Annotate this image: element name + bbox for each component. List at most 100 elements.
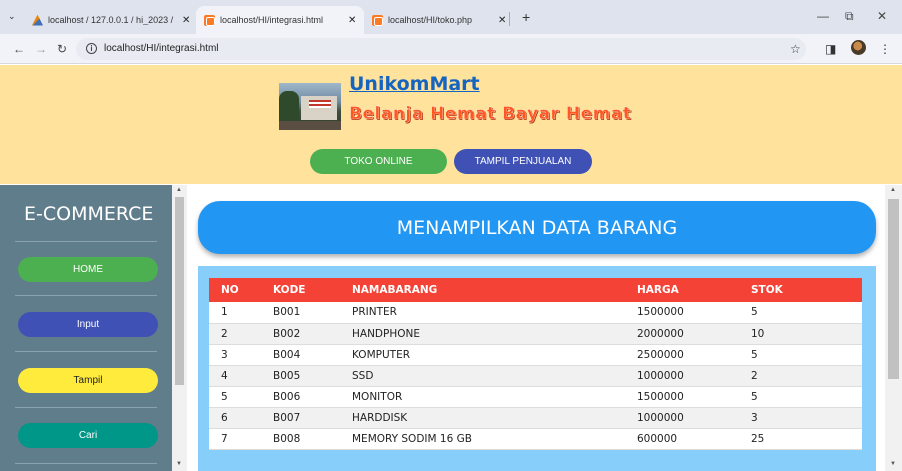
minimize-icon[interactable]: — <box>817 9 829 23</box>
divider <box>15 241 157 242</box>
cell-harga: 2500000 <box>625 344 739 366</box>
cell-harga: 1500000 <box>625 386 739 408</box>
column-header: KODE <box>261 278 340 302</box>
table-row: 3 B004 KOMPUTER 2500000 5 <box>209 344 862 366</box>
page-scrollbar[interactable]: ▲ ▼ <box>885 185 902 471</box>
cell-no: 2 <box>209 323 261 345</box>
tab-title: localhost/HI/toko.php <box>388 15 473 25</box>
page-viewport: UnikomMart Belanja Hemat Bayar Hemat TOK… <box>0 65 902 471</box>
cell-namabarang: MEMORY SODIM 16 GB <box>340 428 625 450</box>
url-text: localhost/HI/integrasi.html <box>104 43 219 54</box>
tab-close-icon[interactable]: ✕ <box>182 15 190 26</box>
cell-stok: 5 <box>739 344 862 366</box>
scroll-down-icon[interactable]: ▼ <box>890 461 896 467</box>
table-header-row: NO KODE NAMABARANG HARGA STOK <box>209 278 862 302</box>
divider <box>15 407 157 408</box>
sidebar-scrollbar[interactable]: ▲ ▼ <box>172 185 187 471</box>
cell-no: 5 <box>209 386 261 408</box>
divider <box>15 351 157 352</box>
bookmark-star-icon[interactable]: ☆ <box>790 42 801 56</box>
window-close-icon[interactable]: ✕ <box>877 9 887 23</box>
column-header: NAMABARANG <box>340 278 625 302</box>
divider <box>15 295 157 296</box>
back-icon[interactable]: ← <box>13 42 25 56</box>
sidebar-item-input[interactable]: Input <box>18 312 158 337</box>
tab-phpmyadmin[interactable]: localhost / 127.0.0.1 / hi_2023 / ✕ <box>32 6 192 34</box>
scroll-down-icon[interactable]: ▼ <box>176 461 182 467</box>
sidebar-item-tampil[interactable]: Tampil <box>18 368 158 393</box>
cell-stok: 25 <box>739 428 862 450</box>
cell-no: 4 <box>209 365 261 387</box>
column-header: NO <box>209 278 261 302</box>
cell-kode: B008 <box>261 428 340 450</box>
side-panel-icon[interactable]: ◨ <box>825 42 836 56</box>
cell-harga: 2000000 <box>625 323 739 345</box>
table-row: 4 B005 SSD 1000000 2 <box>209 365 862 387</box>
table-row: 2 B002 HANDPHONE 2000000 10 <box>209 323 862 345</box>
scroll-up-icon[interactable]: ▲ <box>176 187 182 193</box>
main-content: MENAMPILKAN DATA BARANG NO KODE NAMABARA… <box>188 185 885 471</box>
cell-no: 7 <box>209 428 261 450</box>
xampp-favicon-icon <box>372 14 383 26</box>
column-header: HARGA <box>625 278 739 302</box>
cell-harga: 600000 <box>625 428 739 450</box>
tab-title: localhost/HI/integrasi.html <box>220 15 324 25</box>
reload-icon[interactable]: ↻ <box>57 42 67 56</box>
cell-harga: 1500000 <box>625 302 739 324</box>
scrollbar-thumb[interactable] <box>888 199 899 379</box>
scrollbar-thumb[interactable] <box>175 197 184 385</box>
cell-no: 3 <box>209 344 261 366</box>
site-info-icon[interactable]: i <box>86 43 97 54</box>
tampil-penjualan-button[interactable]: TAMPIL PENJUALAN <box>454 149 592 174</box>
cell-kode: B006 <box>261 386 340 408</box>
tab-title: localhost / 127.0.0.1 / hi_2023 / <box>48 15 174 25</box>
tab-separator <box>509 12 510 26</box>
sidebar-item-cari[interactable]: Cari <box>18 423 158 448</box>
site-header: UnikomMart Belanja Hemat Bayar Hemat TOK… <box>0 65 902 184</box>
divider <box>15 463 157 464</box>
cell-kode: B001 <box>261 302 340 324</box>
cell-namabarang: PRINTER <box>340 302 625 324</box>
cell-kode: B004 <box>261 344 340 366</box>
forward-icon[interactable]: → <box>35 42 47 56</box>
restore-icon[interactable]: ⧉ <box>845 9 854 24</box>
cell-stok: 5 <box>739 386 862 408</box>
phpmyadmin-favicon-icon <box>32 14 43 26</box>
xampp-favicon-icon <box>204 14 215 26</box>
cell-namabarang: HANDPHONE <box>340 323 625 345</box>
cell-namabarang: SSD <box>340 365 625 387</box>
tab-search-chevron-icon[interactable]: ⌄ <box>8 11 16 22</box>
url-field[interactable]: i localhost/HI/integrasi.html <box>76 38 806 60</box>
new-tab-plus-icon[interactable]: + <box>522 9 530 25</box>
table-row: 6 B007 HARDDISK 1000000 3 <box>209 407 862 429</box>
brand-link[interactable]: UnikomMart <box>349 73 480 95</box>
sidebar: E-COMMERCE HOME Input Tampil Cari ▲ ▼ <box>0 185 187 471</box>
scroll-up-icon[interactable]: ▲ <box>890 187 896 193</box>
profile-avatar[interactable] <box>851 40 866 55</box>
store-logo-photo <box>279 83 341 130</box>
table-frame: NO KODE NAMABARANG HARGA STOK 1 B001 PRI… <box>198 266 876 471</box>
tab-toko[interactable]: localhost/HI/toko.php ✕ <box>372 6 508 34</box>
cell-kode: B007 <box>261 407 340 429</box>
sidebar-title: E-COMMERCE <box>24 203 154 225</box>
cell-namabarang: MONITOR <box>340 386 625 408</box>
cell-no: 1 <box>209 302 261 324</box>
table-row: 1 B001 PRINTER 1500000 5 <box>209 302 862 324</box>
address-bar: ← → ↻ i localhost/HI/integrasi.html ☆ ◨ … <box>0 34 902 64</box>
tab-close-icon[interactable]: ✕ <box>498 15 506 26</box>
page-title-banner: MENAMPILKAN DATA BARANG <box>198 201 876 254</box>
tab-integrasi[interactable]: localhost/HI/integrasi.html ✕ <box>196 6 364 34</box>
cell-no: 6 <box>209 407 261 429</box>
cell-harga: 1000000 <box>625 407 739 429</box>
tab-close-icon[interactable]: ✕ <box>348 15 356 26</box>
cell-stok: 3 <box>739 407 862 429</box>
cell-stok: 10 <box>739 323 862 345</box>
column-header: STOK <box>739 278 862 302</box>
data-table: NO KODE NAMABARANG HARGA STOK 1 B001 PRI… <box>209 278 862 450</box>
toko-online-button[interactable]: TOKO ONLINE <box>310 149 447 174</box>
cell-kode: B005 <box>261 365 340 387</box>
sidebar-item-home[interactable]: HOME <box>18 257 158 282</box>
cell-stok: 5 <box>739 302 862 324</box>
table-row: 7 B008 MEMORY SODIM 16 GB 600000 25 <box>209 428 862 450</box>
menu-kebab-icon[interactable]: ⋮ <box>879 42 891 56</box>
